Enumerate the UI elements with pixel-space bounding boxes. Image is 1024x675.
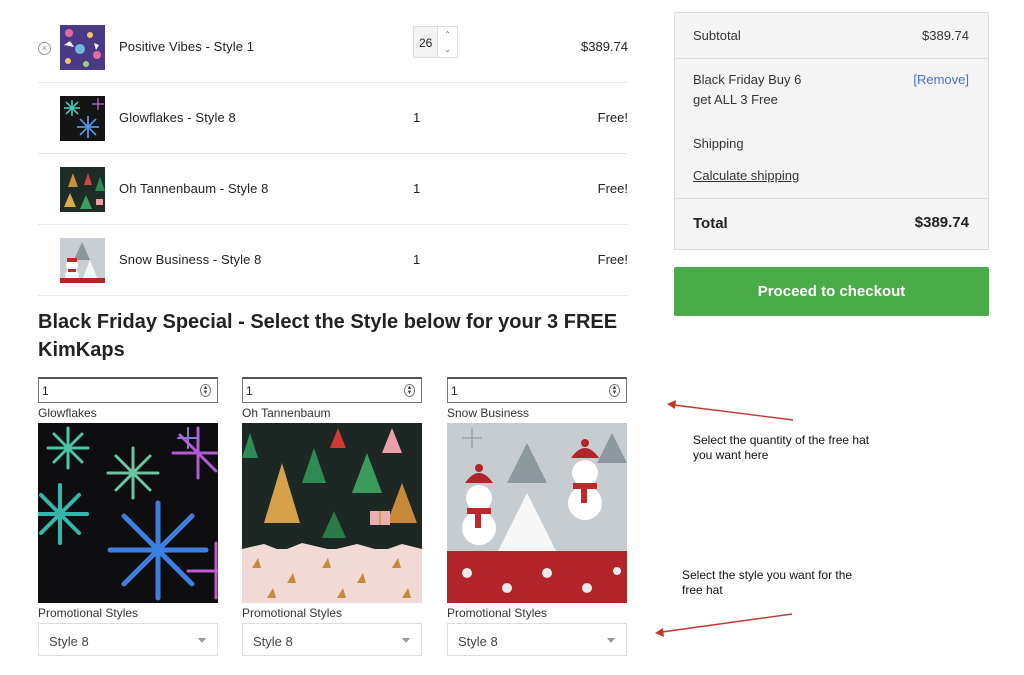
arrow-to-quantity <box>667 400 794 421</box>
annotation-note-quantity: Select the quantity of the free hat you … <box>693 433 869 463</box>
arrow-to-style <box>655 613 793 637</box>
note-line: you want here <box>693 448 769 462</box>
annotation-arrows <box>655 400 794 637</box>
note-line: Select the quantity of the free hat <box>693 433 870 447</box>
annotation-note-style: Select the style you want for the free h… <box>682 568 852 598</box>
note-line: free hat <box>682 583 723 597</box>
note-line: Select the style you want for the <box>682 568 853 582</box>
